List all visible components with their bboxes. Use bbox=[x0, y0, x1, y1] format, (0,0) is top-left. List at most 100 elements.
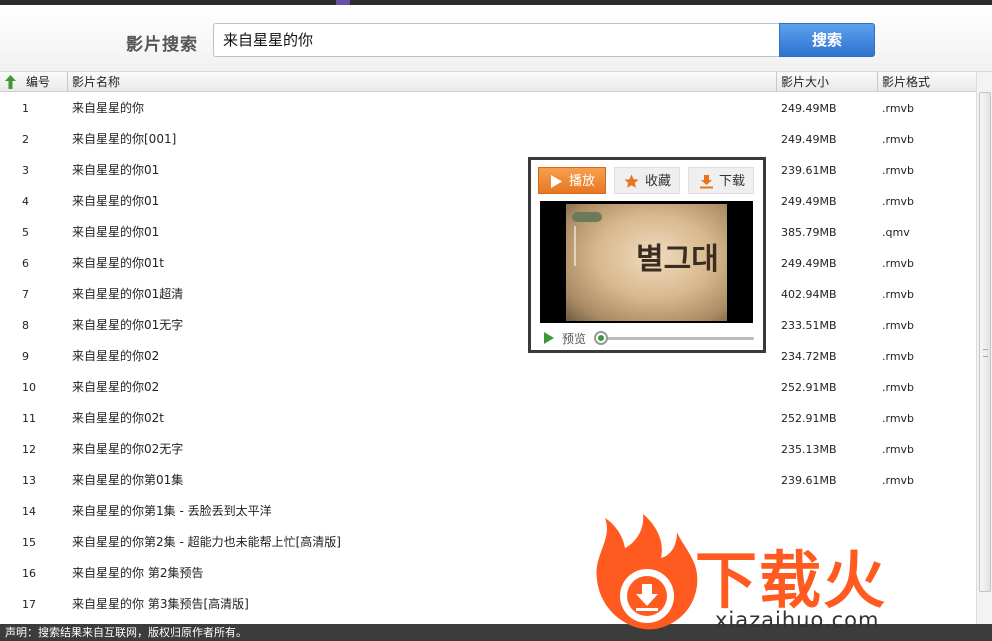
row-name: 来自星星的你第1集 - 丢脸丢到太平洋 bbox=[72, 504, 272, 518]
preview-play-icon[interactable] bbox=[543, 332, 555, 344]
row-name: 来自星星的你01 bbox=[72, 163, 160, 177]
row-name: 来自星星的你[001] bbox=[72, 132, 177, 146]
search-input[interactable]: 来自星星的你 bbox=[213, 23, 781, 57]
table-row[interactable]: 9 来自星星的你02 234.72MB .rmvb bbox=[0, 341, 976, 372]
row-number: 9 bbox=[22, 350, 29, 363]
video-thumbnail: 별그대 bbox=[566, 204, 727, 321]
table-row[interactable]: 4 来自星星的你01 249.49MB .rmvb bbox=[0, 186, 976, 217]
table-row[interactable]: 13 来自星星的你第01集 239.61MB .rmvb bbox=[0, 465, 976, 496]
row-number: 17 bbox=[22, 598, 36, 611]
row-format: .rmvb bbox=[882, 412, 915, 425]
search-button[interactable]: 搜索 bbox=[779, 23, 875, 57]
row-format: .rmvb bbox=[882, 381, 915, 394]
download-button-label: 下载 bbox=[719, 174, 746, 189]
watermark-logo: 下载火 xiazaihuo.com bbox=[585, 510, 992, 641]
row-name: 来自星星的你第2集 - 超能力也未能帮上忙[高清版] bbox=[72, 535, 341, 549]
row-format: .qmv bbox=[882, 226, 910, 239]
column-header-number[interactable]: 编号 bbox=[0, 72, 68, 92]
row-number: 4 bbox=[22, 195, 29, 208]
row-number: 2 bbox=[22, 133, 29, 146]
preview-progress-track[interactable] bbox=[600, 337, 754, 340]
favorite-button-label: 收藏 bbox=[645, 174, 672, 189]
row-size: 234.72MB bbox=[781, 350, 837, 363]
table-row[interactable]: 8 来自星星的你01无字 233.51MB .rmvb bbox=[0, 310, 976, 341]
row-number: 5 bbox=[22, 226, 29, 239]
table-header: 编号 影片名称 影片大小 影片格式 bbox=[0, 72, 976, 92]
table-row[interactable]: 6 来自星星的你01t 249.49MB .rmvb bbox=[0, 248, 976, 279]
row-name: 来自星星的你01 bbox=[72, 194, 160, 208]
thumbnail-title-art: 별그대 bbox=[636, 242, 719, 277]
preview-progress-knob[interactable] bbox=[594, 331, 608, 345]
row-size: 249.49MB bbox=[781, 102, 837, 115]
column-header-format[interactable]: 影片格式 bbox=[877, 72, 976, 92]
row-number: 12 bbox=[22, 443, 36, 456]
scroll-grip bbox=[983, 349, 988, 357]
row-size: 249.49MB bbox=[781, 257, 837, 270]
row-size: 402.94MB bbox=[781, 288, 837, 301]
search-area: 影片搜索 来自星星的你 搜索 bbox=[0, 5, 992, 72]
table-row[interactable]: 11 来自星星的你02t 252.91MB .rmvb bbox=[0, 403, 976, 434]
star-icon bbox=[624, 174, 639, 188]
table-row[interactable]: 5 来自星星的你01 385.79MB .qmv bbox=[0, 217, 976, 248]
row-size: 252.91MB bbox=[781, 381, 837, 394]
play-icon bbox=[551, 175, 562, 188]
column-header-number-label: 编号 bbox=[26, 75, 51, 89]
row-size: 249.49MB bbox=[781, 133, 837, 146]
row-size: 252.91MB bbox=[781, 412, 837, 425]
column-header-name[interactable]: 影片名称 bbox=[67, 72, 776, 92]
row-size: 385.79MB bbox=[781, 226, 837, 239]
row-name: 来自星星的你01无字 bbox=[72, 318, 184, 332]
table-row[interactable]: 12 来自星星的你02无字 235.13MB .rmvb bbox=[0, 434, 976, 465]
row-format: .rmvb bbox=[882, 257, 915, 270]
video-preview[interactable]: 별그대 bbox=[540, 201, 753, 323]
row-number: 13 bbox=[22, 474, 36, 487]
row-format: .rmvb bbox=[882, 102, 915, 115]
row-format: .rmvb bbox=[882, 443, 915, 456]
row-number: 15 bbox=[22, 536, 36, 549]
row-name: 来自星星的你第01集 bbox=[72, 473, 184, 487]
row-name: 来自星星的你02无字 bbox=[72, 442, 184, 456]
thumbnail-decoration bbox=[574, 226, 594, 266]
favorite-button[interactable]: 收藏 bbox=[614, 167, 680, 194]
row-size: 239.61MB bbox=[781, 164, 837, 177]
play-button[interactable]: 播放 bbox=[538, 167, 606, 194]
table-row[interactable]: 3 来自星星的你01 239.61MB .rmvb bbox=[0, 155, 976, 186]
preview-popup: 播放 收藏 下载 별그대 预览 bbox=[528, 157, 766, 353]
column-header-size[interactable]: 影片大小 bbox=[776, 72, 877, 92]
row-name: 来自星星的你02t bbox=[72, 411, 164, 425]
row-size: 235.13MB bbox=[781, 443, 837, 456]
preview-bar: 预览 bbox=[540, 328, 756, 348]
search-label: 影片搜索 bbox=[126, 35, 198, 55]
watermark-brand: 下载火 bbox=[695, 544, 888, 617]
row-name: 来自星星的你02 bbox=[72, 380, 160, 394]
row-number: 16 bbox=[22, 567, 36, 580]
row-name: 来自星星的你01t bbox=[72, 256, 164, 270]
row-format: .rmvb bbox=[882, 474, 915, 487]
row-format: .rmvb bbox=[882, 288, 915, 301]
play-button-label: 播放 bbox=[569, 174, 596, 189]
watermark-url: xiazaihuo.com bbox=[715, 608, 880, 632]
channel-logo bbox=[572, 212, 602, 222]
row-name: 来自星星的你 第3集预告[高清版] bbox=[72, 597, 249, 611]
sort-arrow-up-icon bbox=[5, 75, 16, 89]
table-row[interactable]: 1 来自星星的你 249.49MB .rmvb bbox=[0, 93, 976, 124]
row-format: .rmvb bbox=[882, 133, 915, 146]
row-number: 10 bbox=[22, 381, 36, 394]
row-format: .rmvb bbox=[882, 195, 915, 208]
table-row[interactable]: 10 来自星星的你02 252.91MB .rmvb bbox=[0, 372, 976, 403]
flame-logo-icon bbox=[596, 514, 698, 630]
row-number: 3 bbox=[22, 164, 29, 177]
row-number: 11 bbox=[22, 412, 36, 425]
table-row[interactable]: 7 来自星星的你01超清 402.94MB .rmvb bbox=[0, 279, 976, 310]
row-number: 1 bbox=[22, 102, 29, 115]
row-format: .rmvb bbox=[882, 164, 915, 177]
download-button[interactable]: 下载 bbox=[688, 167, 754, 194]
row-number: 7 bbox=[22, 288, 29, 301]
row-size: 233.51MB bbox=[781, 319, 837, 332]
row-name: 来自星星的你02 bbox=[72, 349, 160, 363]
row-name: 来自星星的你01超清 bbox=[72, 287, 184, 301]
preview-label: 预览 bbox=[562, 332, 587, 346]
download-icon bbox=[700, 175, 713, 189]
table-row[interactable]: 2 来自星星的你[001] 249.49MB .rmvb bbox=[0, 124, 976, 155]
row-number: 14 bbox=[22, 505, 36, 518]
